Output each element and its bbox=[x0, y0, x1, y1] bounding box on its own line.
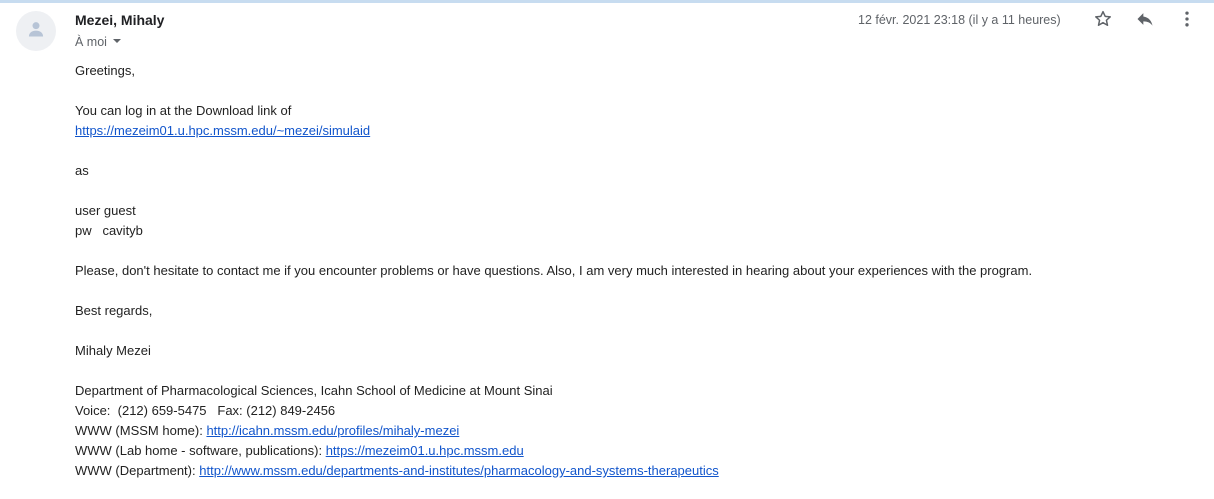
person-icon bbox=[26, 19, 46, 44]
top-border bbox=[0, 0, 1214, 3]
signature-lab-line: WWW (Lab home - software, publications):… bbox=[75, 441, 1032, 461]
sender-name[interactable]: Mezei, Mihaly bbox=[75, 12, 164, 28]
lab-home-link[interactable]: https://mezeim01.u.hpc.mssm.edu bbox=[326, 443, 524, 458]
as-text: as bbox=[75, 163, 89, 178]
reply-icon bbox=[1135, 9, 1155, 34]
recipient-label: À moi bbox=[75, 35, 107, 49]
greeting: Greetings, bbox=[75, 63, 135, 78]
signature-dept-line: WWW (Department): http://www.mssm.edu/de… bbox=[75, 461, 1032, 481]
department-link[interactable]: http://www.mssm.edu/departments-and-inst… bbox=[199, 463, 719, 478]
star-button[interactable] bbox=[1093, 9, 1113, 34]
mssm-home-link[interactable]: http://icahn.mssm.edu/profiles/mihaly-me… bbox=[206, 423, 459, 438]
reply-button[interactable] bbox=[1135, 11, 1155, 31]
password-line: pw cavityb bbox=[75, 223, 143, 238]
lab-label: WWW (Lab home - software, publications): bbox=[75, 443, 326, 458]
sender-avatar[interactable] bbox=[16, 11, 56, 51]
star-outline-icon bbox=[1093, 9, 1113, 34]
signature-name: Mihaly Mezei bbox=[75, 343, 151, 358]
user-line: user guest bbox=[75, 203, 136, 218]
login-intro: You can log in at the Download link of bbox=[75, 103, 292, 118]
contact-paragraph: Please, don't hesitate to contact me if … bbox=[75, 263, 1033, 278]
download-link[interactable]: https://mezeim01.u.hpc.mssm.edu/~mezei/s… bbox=[75, 123, 370, 138]
mssm-label: WWW (MSSM home): bbox=[75, 423, 207, 438]
dept-label: WWW (Department): bbox=[75, 463, 200, 478]
signature-mssm-line: WWW (MSSM home): http://icahn.mssm.edu/p… bbox=[75, 421, 1032, 441]
more-options-button[interactable] bbox=[1177, 11, 1197, 31]
signature-department: Department of Pharmacological Sciences, … bbox=[75, 383, 553, 398]
recipient-toggle[interactable]: À moi bbox=[75, 35, 122, 49]
closing: Best regards, bbox=[75, 303, 153, 318]
more-vert-icon bbox=[1177, 9, 1197, 34]
message-body: Greetings, You can log in at the Downloa… bbox=[75, 61, 1032, 481]
message-date: 12 févr. 2021 23:18 (il y a 11 heures) bbox=[858, 13, 1061, 27]
signature-phones: Voice: (212) 659-5475 Fax: (212) 849-245… bbox=[75, 403, 336, 418]
caret-down-icon bbox=[112, 35, 122, 49]
